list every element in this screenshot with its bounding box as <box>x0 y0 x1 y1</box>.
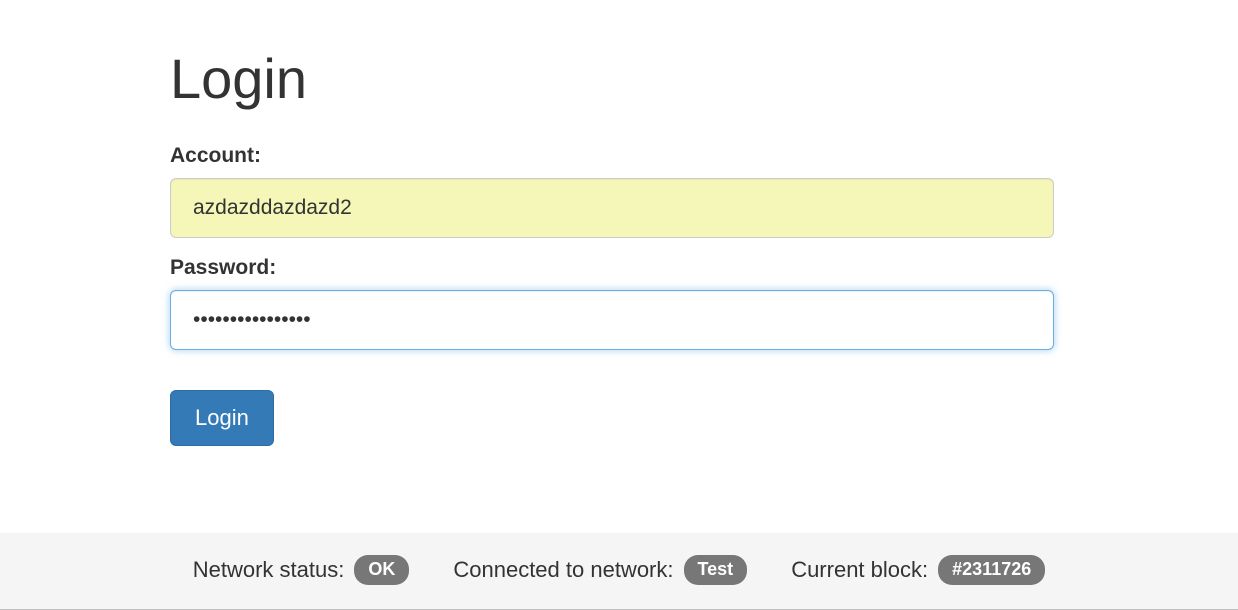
connected-network-badge: Test <box>684 555 748 585</box>
password-input[interactable] <box>170 290 1054 350</box>
password-label: Password: <box>170 256 1054 280</box>
account-input[interactable] <box>170 178 1054 238</box>
password-group: Password: <box>170 256 1054 350</box>
connected-network-item: Connected to network: Test <box>453 555 747 585</box>
current-block-label: Current block: <box>791 557 928 583</box>
current-block-badge: #2311726 <box>938 555 1045 585</box>
connected-network-label: Connected to network: <box>453 557 673 583</box>
page-title: Login <box>170 48 1054 110</box>
network-status-label: Network status: <box>193 557 345 583</box>
account-label: Account: <box>170 144 1054 168</box>
account-group: Account: <box>170 144 1054 238</box>
current-block-item: Current block: #2311726 <box>791 555 1045 585</box>
status-footer: Network status: OK Connected to network:… <box>0 533 1238 610</box>
login-button[interactable]: Login <box>170 390 274 446</box>
network-status-item: Network status: OK <box>193 555 410 585</box>
network-status-badge: OK <box>354 555 409 585</box>
